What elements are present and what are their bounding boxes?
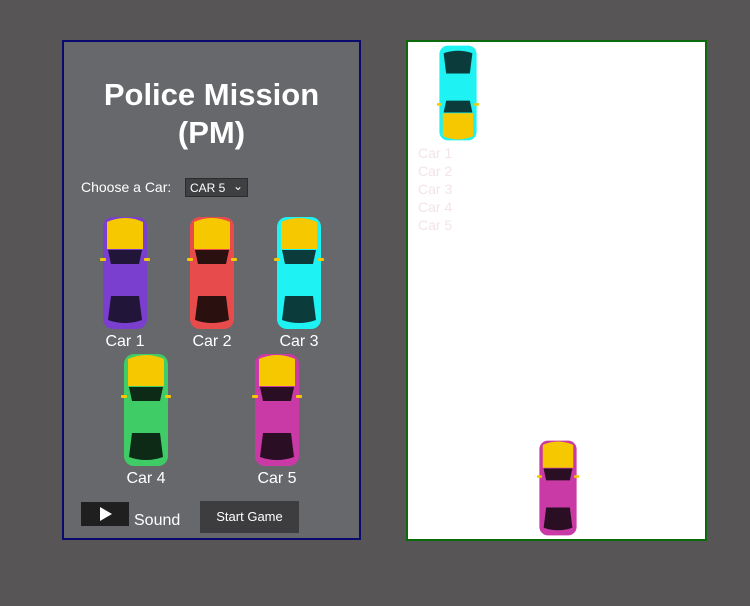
car-3-icon xyxy=(274,217,324,329)
choose-car-label: Choose a Car: xyxy=(81,179,172,195)
car-5-icon xyxy=(252,354,302,466)
car-1-label: Car 1 xyxy=(105,333,145,350)
chevron-down-icon: ⌄ xyxy=(232,179,243,193)
car-option-4[interactable] xyxy=(120,353,172,472)
ghost-option-2: Car 2 xyxy=(418,163,453,179)
car-5-label: Car 5 xyxy=(257,470,297,487)
title-line1: Police Mission xyxy=(103,77,320,112)
enemy-car xyxy=(436,44,480,147)
car-option-1[interactable] xyxy=(99,216,151,335)
car-2-label: Car 2 xyxy=(192,333,232,350)
ghost-option-5: Car 5 xyxy=(418,217,453,233)
player-car-icon xyxy=(536,440,580,536)
ghost-option-4: Car 4 xyxy=(418,199,453,215)
car-2-icon xyxy=(187,217,237,329)
car-select[interactable]: CAR 5 ⌄ xyxy=(185,178,248,197)
player-car[interactable] xyxy=(536,439,580,542)
car-option-5[interactable] xyxy=(251,353,303,472)
start-game-button[interactable]: Start Game xyxy=(200,501,299,533)
car-4-label: Car 4 xyxy=(126,470,166,487)
car-3-label: Car 3 xyxy=(279,333,319,350)
title-line2: (PM) xyxy=(177,115,246,150)
enemy-car-icon xyxy=(436,45,480,141)
menu-panel: Police Mission (PM) Choose a Car: CAR 5 … xyxy=(62,40,361,540)
car-1-icon xyxy=(100,217,150,329)
play-icon xyxy=(100,507,112,521)
car-option-3[interactable] xyxy=(273,216,325,335)
ghost-option-3: Car 3 xyxy=(418,181,453,197)
sound-toggle-button[interactable] xyxy=(81,502,129,526)
game-title: Police Mission (PM) xyxy=(64,76,359,152)
sound-label: Sound xyxy=(134,512,181,529)
car-select-value: CAR 5 xyxy=(190,181,226,195)
car-4-icon xyxy=(121,354,171,466)
car-option-2[interactable] xyxy=(186,216,238,335)
game-arena[interactable]: Car 1 Car 2 Car 3 Car 4 Car 5 xyxy=(406,40,707,541)
